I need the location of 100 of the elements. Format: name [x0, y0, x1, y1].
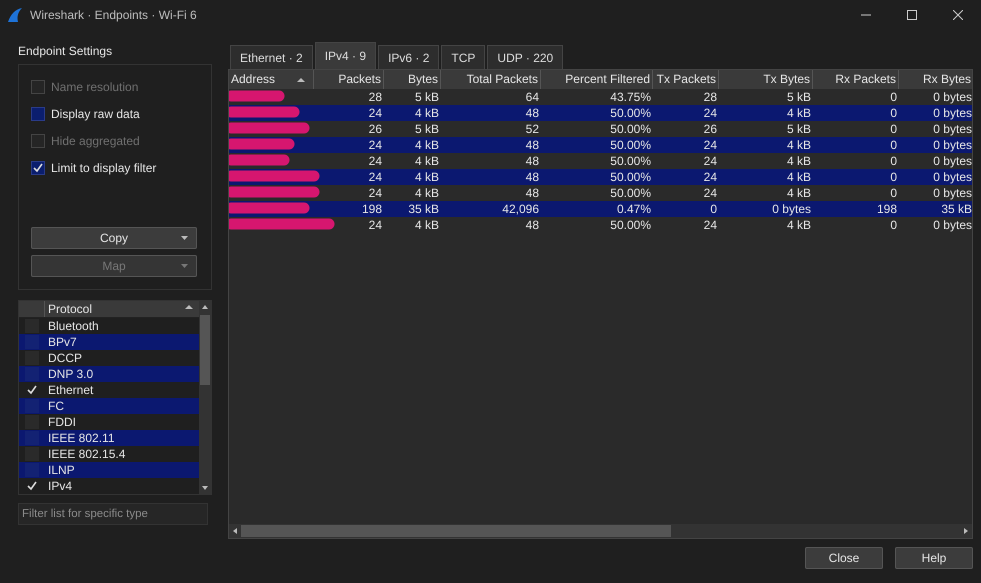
- protocol-item[interactable]: DCCP: [45, 351, 82, 365]
- app-logo-icon: [6, 6, 24, 24]
- tab[interactable]: UDP · 220: [487, 45, 564, 69]
- protocol-item[interactable]: BPv7: [45, 335, 77, 349]
- redaction-mark: [229, 89, 285, 103]
- sort-icon[interactable]: [185, 304, 193, 310]
- table-cell-text: 0: [889, 217, 898, 233]
- tab[interactable]: IPv6 · 2: [378, 45, 440, 69]
- column-header[interactable]: Rx Packets: [813, 70, 899, 89]
- checkbox[interactable]: [25, 383, 39, 397]
- table-cell-text: 0.47%: [616, 201, 652, 217]
- checkbox-label: Display raw data: [51, 106, 140, 122]
- protocol-item[interactable]: FDDI: [45, 415, 76, 429]
- table-cell-text: 4 kB: [786, 169, 812, 185]
- table-cell-text: 5 kB: [414, 121, 440, 137]
- sort-icon[interactable]: [297, 76, 305, 82]
- table-cell-text: 5 kB: [786, 121, 812, 137]
- column-header[interactable]: Address: [229, 70, 314, 89]
- table-cell-text: 0: [889, 153, 898, 169]
- table-cell-text: 24: [368, 105, 383, 121]
- scrollbar[interactable]: [229, 524, 972, 538]
- table-cell-text: 4 kB: [414, 217, 440, 233]
- table-cell-text: 0: [889, 185, 898, 201]
- table-cell-text: 24: [702, 169, 718, 185]
- scrollbar[interactable]: [199, 301, 211, 494]
- protocol-item[interactable]: Bluetooth: [45, 319, 99, 333]
- table-cell-text: 198: [360, 201, 383, 217]
- filter-field[interactable]: Filter list for specific type: [18, 503, 208, 525]
- table-cell-text: 4 kB: [414, 153, 440, 169]
- table-cell-text: 0 bytes: [932, 169, 972, 185]
- table-cell-text: 50.00%: [609, 217, 652, 233]
- protocol-item[interactable]: IEEE 802.15.4: [45, 447, 126, 461]
- checkbox[interactable]: [25, 415, 39, 429]
- column-header[interactable]: Tx Bytes: [719, 70, 813, 89]
- checkbox[interactable]: [25, 367, 39, 381]
- table-cell-text: 48: [524, 137, 540, 153]
- tab[interactable]: IPv4 · 9: [314, 42, 376, 69]
- checkbox[interactable]: [25, 319, 39, 333]
- table-cell-text: 4 kB: [414, 137, 440, 153]
- table-cell-text: 4 kB: [414, 169, 440, 185]
- table-cell-text: 48: [524, 169, 540, 185]
- dialog-button[interactable]: Close: [805, 547, 883, 569]
- table-cell-text: 24: [368, 137, 383, 153]
- table-cell-text: 50.00%: [609, 105, 652, 121]
- table-cell-text: 0: [889, 169, 898, 185]
- protocol-item[interactable]: Ethernet: [45, 383, 94, 397]
- table-cell-text: 5 kB: [414, 89, 440, 105]
- table-cell-text: 4 kB: [786, 137, 812, 153]
- table-cell-text: 48: [524, 217, 540, 233]
- table-cell-text: 50.00%: [609, 169, 652, 185]
- table-cell-text: 52: [524, 121, 540, 137]
- table-cell-text: 4 kB: [786, 185, 812, 201]
- protocol-item[interactable]: FC: [45, 399, 64, 413]
- column-header[interactable]: Total Packets: [441, 70, 541, 89]
- checkbox[interactable]: [25, 399, 39, 413]
- checkbox[interactable]: [31, 106, 45, 120]
- table-cell-text: 0 bytes: [932, 185, 972, 201]
- table-cell-text: 24: [702, 217, 718, 233]
- column-header[interactable]: Bytes: [384, 70, 441, 89]
- table-cell-text: 198: [876, 201, 898, 217]
- table-cell-text: 0 bytes: [932, 105, 972, 121]
- redaction-mark: [229, 137, 295, 151]
- dialog-button[interactable]: Help: [895, 547, 973, 569]
- table-cell-text: 24: [368, 217, 383, 233]
- table-cell-text: 26: [702, 121, 718, 137]
- checkbox[interactable]: [25, 351, 39, 365]
- protocol-item[interactable]: ILNP: [45, 463, 75, 477]
- table-cell-text: 26: [368, 121, 383, 137]
- table-cell-text: 64: [524, 89, 540, 105]
- checkbox[interactable]: [25, 479, 39, 493]
- table-cell-text: 48: [524, 153, 540, 169]
- checkbox[interactable]: [25, 447, 39, 461]
- table-cell-text: 4 kB: [786, 153, 812, 169]
- table-cell-text: 43.75%: [609, 89, 652, 105]
- table-cell-text: 24: [702, 137, 718, 153]
- checkbox[interactable]: [31, 160, 45, 174]
- column-header[interactable]: Percent Filtered: [541, 70, 653, 89]
- protocol-item[interactable]: IPv4: [45, 479, 72, 493]
- column-header[interactable]: Packets: [314, 70, 384, 89]
- dropdown-button[interactable]: Copy: [31, 227, 197, 249]
- tab[interactable]: Ethernet · 2: [230, 45, 313, 69]
- table-cell-text: 0: [889, 121, 898, 137]
- table-cell-text: 24: [702, 185, 718, 201]
- table-cell-text: 28: [702, 89, 718, 105]
- caret-icon[interactable]: [181, 236, 188, 240]
- window-title: Wireshark · Endpoints · Wi-Fi 6: [30, 7, 197, 24]
- table-cell-text: 35 kB: [407, 201, 440, 217]
- checkbox-label: Name resolution: [51, 78, 138, 96]
- column-header[interactable]: Rx Bytes: [899, 70, 972, 89]
- checkbox[interactable]: [25, 431, 39, 445]
- table-cell-text: 4 kB: [414, 185, 440, 201]
- table-cell-text: 0: [889, 105, 898, 121]
- checkbox[interactable]: [25, 463, 39, 477]
- checkbox[interactable]: [25, 335, 39, 349]
- redaction-mark: [229, 153, 290, 167]
- table-cell-text: 4 kB: [786, 217, 812, 233]
- table-cell-text: 4 kB: [414, 105, 440, 121]
- tab[interactable]: TCP: [441, 45, 486, 69]
- table-cell-text: 0 bytes: [932, 89, 972, 105]
- column-header[interactable]: Tx Packets: [653, 70, 719, 89]
